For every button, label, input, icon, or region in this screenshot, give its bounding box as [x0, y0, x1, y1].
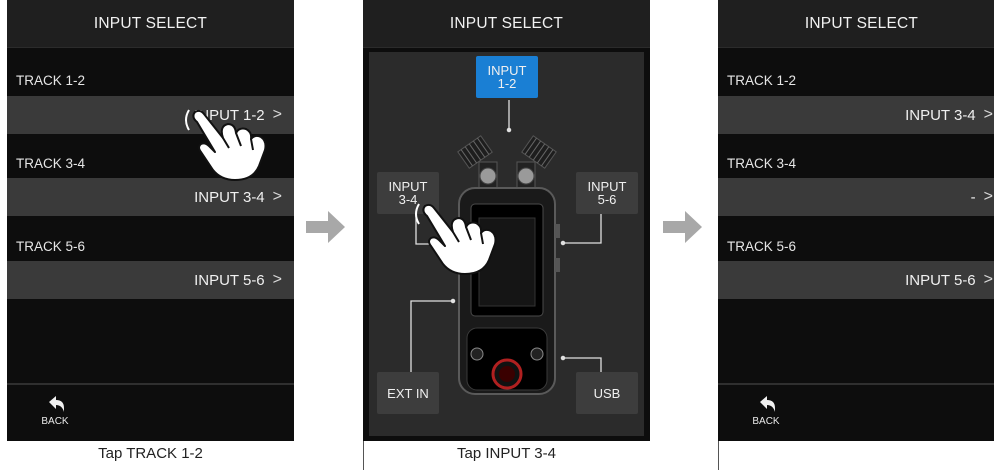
track-3-4-value: -	[970, 188, 976, 206]
back-label: BACK	[41, 416, 69, 427]
back-arrow-icon	[49, 396, 64, 412]
track-3-4-label: TRACK 3-4	[16, 156, 86, 171]
hand-tap-icon	[415, 203, 497, 275]
usb-button[interactable]: USB	[576, 372, 638, 414]
track-1-2-value: INPUT 3-4	[905, 106, 976, 124]
track-5-6-label: TRACK 5-6	[727, 239, 797, 254]
chevron-right-icon: >	[983, 271, 993, 288]
input-1-2-button[interactable]: INPUT 1-2	[476, 56, 538, 98]
caption-step-1: Tap TRACK 1-2	[98, 445, 203, 462]
chevron-right-icon: >	[272, 271, 282, 288]
track-1-2-label: TRACK 1-2	[727, 73, 797, 88]
footer-bar: BACK	[718, 383, 994, 441]
screen-title: INPUT SELECT	[718, 0, 994, 48]
screen-title: INPUT SELECT	[7, 0, 294, 48]
caption-step-2: Tap INPUT 3-4	[457, 445, 556, 462]
input-5-6-button[interactable]: INPUT 5-6	[576, 172, 638, 214]
track-5-6-row[interactable]: INPUT 5-6 >	[718, 261, 994, 299]
right-arrow-icon	[306, 211, 345, 243]
input-1-2-number: 1-2	[497, 76, 517, 91]
divider	[718, 441, 719, 470]
chevron-right-icon: >	[983, 188, 993, 205]
chevron-right-icon: >	[983, 106, 993, 123]
back-arrow-icon	[760, 396, 775, 412]
usb-label: USB	[593, 385, 621, 401]
ext-in-label: EXT IN	[387, 385, 429, 401]
screen-1: INPUT SELECT TRACK 1-2 INPUT 1-2 > TRACK…	[7, 0, 294, 441]
input-5-6-number: 5-6	[597, 192, 617, 207]
footer-bar: BACK	[7, 383, 294, 441]
back-button[interactable]: BACK	[35, 394, 75, 427]
track-3-4-label: TRACK 3-4	[727, 156, 797, 171]
track-3-4-value: INPUT 3-4	[194, 188, 265, 206]
hand-tap-icon	[185, 109, 267, 181]
track-5-6-row[interactable]: INPUT 5-6 >	[7, 261, 294, 299]
back-label: BACK	[752, 416, 780, 427]
track-5-6-value: INPUT 5-6	[905, 271, 976, 289]
track-3-4-row[interactable]: - >	[718, 178, 994, 216]
track-5-6-label: TRACK 5-6	[16, 239, 86, 254]
screen-2: INPUT SELECT INPUT 1-2 INPUT 3-4 INPUT 5…	[363, 0, 650, 441]
chevron-right-icon: >	[272, 188, 282, 205]
track-1-2-row[interactable]: INPUT 3-4 >	[718, 96, 994, 134]
right-arrow-icon	[663, 211, 702, 243]
back-button[interactable]: BACK	[746, 394, 786, 427]
screen-3: INPUT SELECT TRACK 1-2 INPUT 3-4 > TRACK…	[718, 0, 994, 441]
track-5-6-value: INPUT 5-6	[194, 271, 265, 289]
ext-in-button[interactable]: EXT IN	[377, 372, 439, 414]
track-1-2-label: TRACK 1-2	[16, 73, 86, 88]
